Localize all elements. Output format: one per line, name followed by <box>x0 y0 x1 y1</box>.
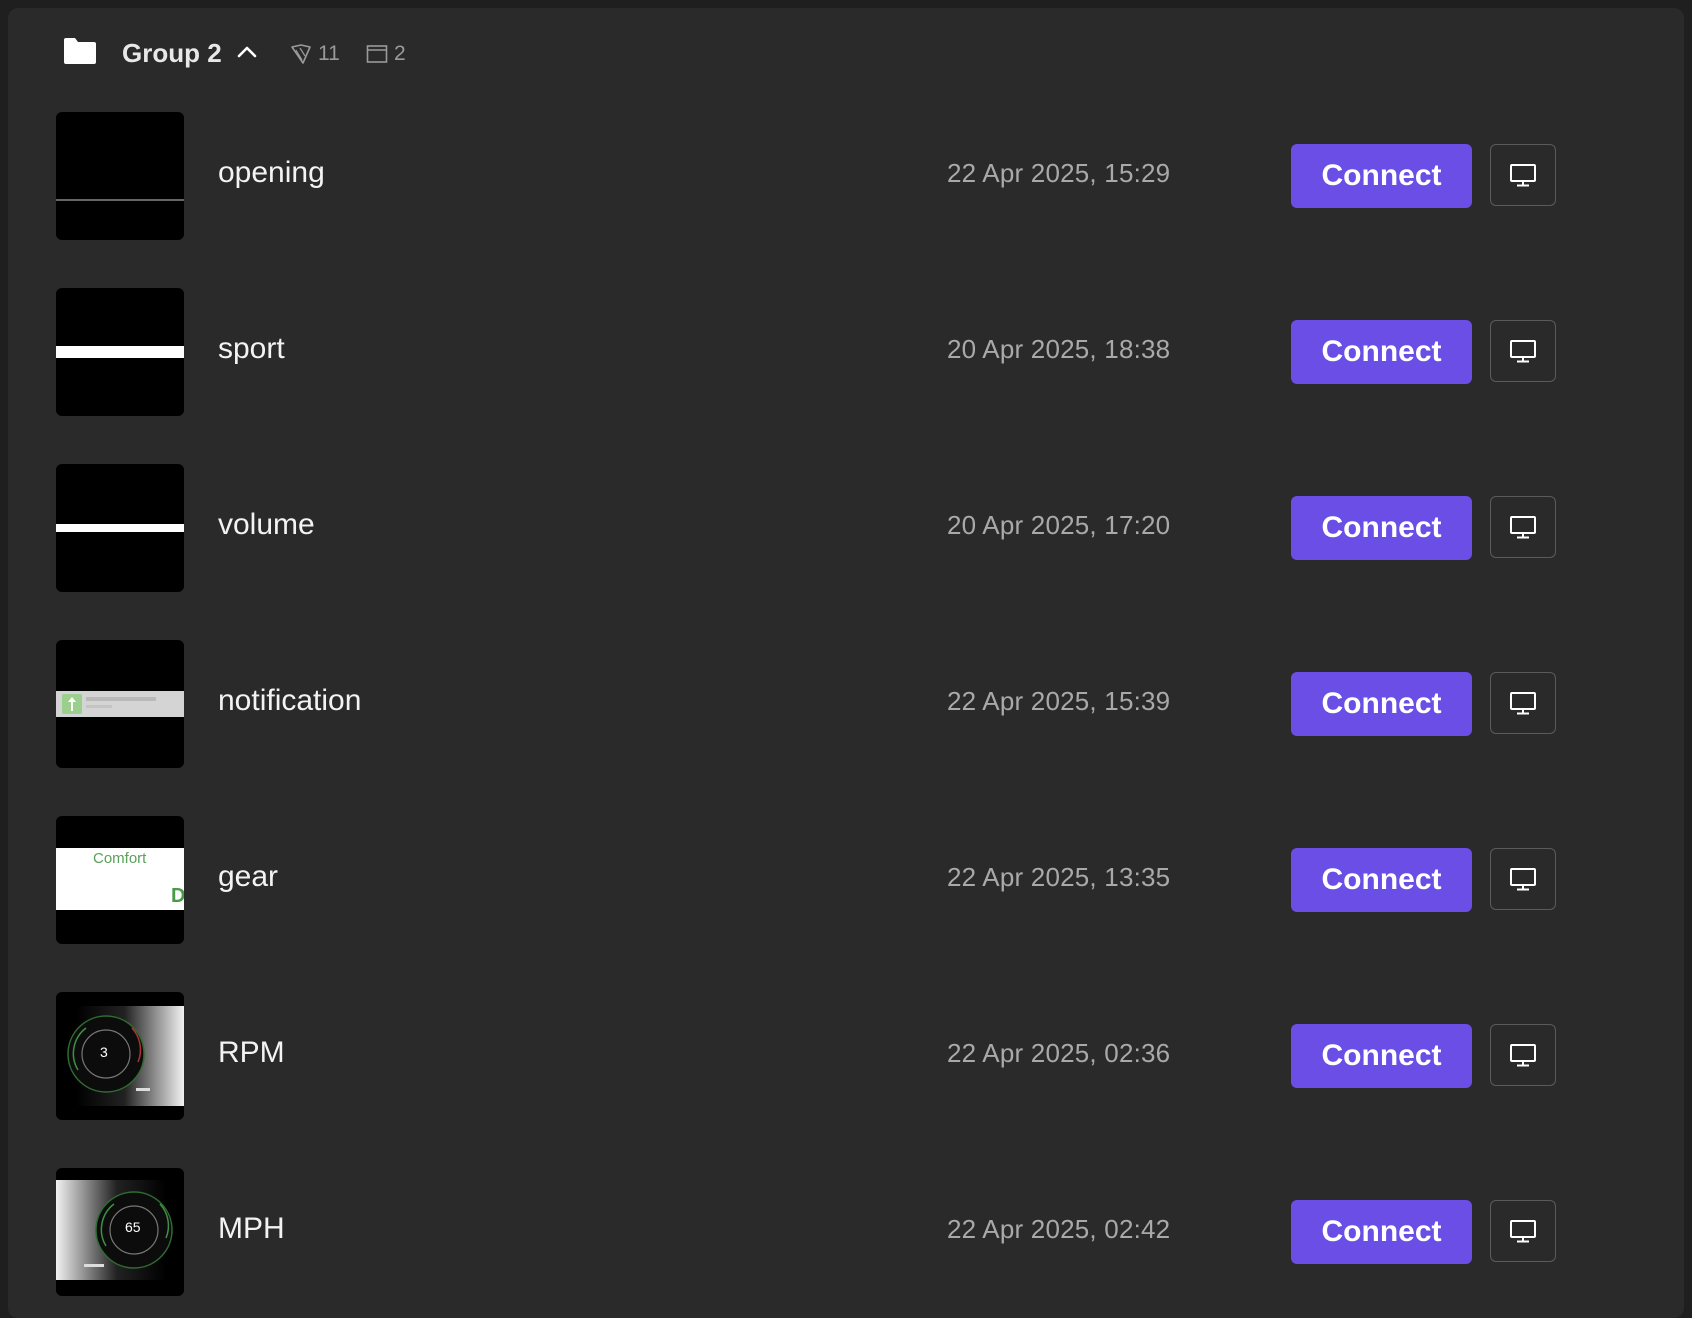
thumbnail-notification <box>56 640 184 768</box>
connect-button[interactable]: Connect <box>1291 1024 1472 1088</box>
list-item-mph[interactable]: 65 MPH 22 Apr 2025, 02:42 Connect <box>8 1168 1684 1296</box>
monitor-icon <box>1510 868 1536 891</box>
group-panel: Group 2 11 2 opening 22 Apr 2025, 15:29 … <box>8 8 1684 1318</box>
item-name: opening <box>218 156 325 189</box>
list-item-gear[interactable]: Comfort D gear 22 Apr 2025, 13:35 Connec… <box>8 816 1684 944</box>
group-title: Group 2 <box>122 38 222 68</box>
display-button[interactable] <box>1490 1200 1556 1262</box>
display-button[interactable] <box>1490 848 1556 910</box>
screen-count: 2 <box>366 42 406 66</box>
connect-button[interactable]: Connect <box>1291 496 1472 560</box>
item-date: 22 Apr 2025, 13:35 <box>947 862 1171 892</box>
item-name: notification <box>218 684 362 717</box>
window-icon <box>366 45 388 63</box>
list-item-rpm[interactable]: 3 RPM 22 Apr 2025, 02:36 Connect <box>8 992 1684 1120</box>
item-name: RPM <box>218 1036 285 1069</box>
thumbnail-mph: 65 <box>56 1168 184 1296</box>
thumbnail-rpm-value: 3 <box>100 1044 108 1060</box>
display-button[interactable] <box>1490 1024 1556 1086</box>
monitor-icon <box>1510 1220 1536 1243</box>
connect-button[interactable]: Connect <box>1291 848 1472 912</box>
folder-icon <box>64 38 96 64</box>
list-item-sport[interactable]: sport 20 Apr 2025, 18:38 Connect <box>8 288 1684 416</box>
monitor-icon <box>1510 1044 1536 1067</box>
item-date: 22 Apr 2025, 02:36 <box>947 1038 1171 1068</box>
item-date: 22 Apr 2025, 02:42 <box>947 1214 1171 1244</box>
thumbnail-gear-label: Comfort <box>93 850 147 867</box>
thumbnail-sport <box>56 288 184 416</box>
monitor-icon <box>1510 164 1536 187</box>
thumbnail-gear: Comfort D <box>56 816 184 944</box>
item-date: 20 Apr 2025, 17:20 <box>947 510 1171 540</box>
thumbnail-opening <box>56 112 184 240</box>
thumbnail-rpm: 3 <box>56 992 184 1120</box>
group-header[interactable]: Group 2 11 2 <box>8 8 1684 104</box>
monitor-icon <box>1510 692 1536 715</box>
item-name: volume <box>218 508 315 541</box>
thumbnail-volume <box>56 464 184 592</box>
item-date: 20 Apr 2025, 18:38 <box>947 334 1171 364</box>
display-button[interactable] <box>1490 672 1556 734</box>
item-date: 22 Apr 2025, 15:29 <box>947 158 1171 188</box>
chevron-up-icon[interactable] <box>236 42 258 62</box>
display-button[interactable] <box>1490 496 1556 558</box>
item-date: 22 Apr 2025, 15:39 <box>947 686 1171 716</box>
monitor-icon <box>1510 340 1536 363</box>
connect-button[interactable]: Connect <box>1291 320 1472 384</box>
tag-count-label: 11 <box>318 42 340 65</box>
screen-count-label: 2 <box>394 42 406 65</box>
monitor-icon <box>1510 516 1536 539</box>
connect-button[interactable]: Connect <box>1291 144 1472 208</box>
thumbnail-gear-letter: D <box>171 885 184 907</box>
tag-count: 11 <box>290 42 340 66</box>
thumbnail-mph-value: 65 <box>125 1219 141 1235</box>
item-name: MPH <box>218 1212 285 1245</box>
tag-icon <box>291 44 311 64</box>
display-button[interactable] <box>1490 320 1556 382</box>
connect-button[interactable]: Connect <box>1291 1200 1472 1264</box>
list-item-volume[interactable]: volume 20 Apr 2025, 17:20 Connect <box>8 464 1684 592</box>
display-button[interactable] <box>1490 144 1556 206</box>
item-name: sport <box>218 332 285 365</box>
list-item-opening[interactable]: opening 22 Apr 2025, 15:29 Connect <box>8 112 1684 240</box>
connect-button[interactable]: Connect <box>1291 672 1472 736</box>
item-name: gear <box>218 860 279 893</box>
list-item-notification[interactable]: notification 22 Apr 2025, 15:39 Connect <box>8 640 1684 768</box>
